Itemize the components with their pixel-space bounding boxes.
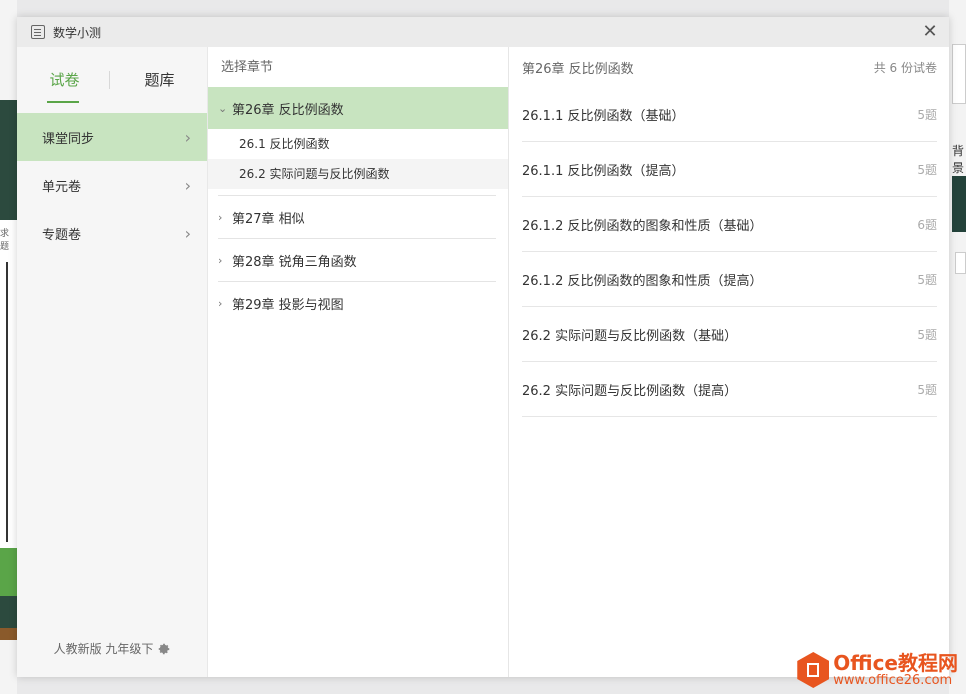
office-logo-icon [797,652,830,688]
chapter-item-29[interactable]: › 第29章 投影与视图 [208,282,508,324]
tab-question-bank[interactable]: 题库 [112,47,207,113]
background-green-bar [0,548,17,596]
list-item[interactable]: 26.2 实际问题与反比例函数（提高） 5题 [522,362,937,417]
list-item[interactable]: 26.2 实际问题与反比例函数（基础） 5题 [522,307,937,362]
paper-title: 26.1.2 反比例函数的图象和性质（提高） [522,273,763,289]
chevron-right-icon: › [184,127,191,147]
background-paper [0,220,17,550]
quiz-dialog: 数学小测 ✕ 试卷 题库 课堂同步 › 单元卷 › 专题卷 › 人教新版 九年级… [17,17,949,677]
chapter-item-28[interactable]: › 第28章 锐角三角函数 [208,239,508,281]
tab-papers[interactable]: 试卷 [17,47,112,113]
question-count: 5题 [917,162,937,177]
background-blackboard-right [952,176,966,232]
textbook-version-label: 人教新版 九年级下 [53,642,154,656]
list-item[interactable]: 26.1.2 反比例函数的图象和性质（提高） 5题 [522,252,937,307]
watermark-url: www.office26.com [833,672,953,688]
background-app-left: 求题 [0,0,17,694]
category-sidebar: 试卷 题库 课堂同步 › 单元卷 › 专题卷 › 人教新版 九年级下 [17,47,208,677]
question-count: 5题 [917,107,937,122]
question-count: 5题 [917,382,937,397]
list-item[interactable]: 26.1.2 反比例函数的图象和性质（基础） 6题 [522,197,937,252]
chapter-label: 第27章 相似 [232,211,305,227]
document-icon [31,25,45,39]
chapter-panel-header: 选择章节 [221,60,274,75]
background-input [955,252,966,274]
question-count: 6题 [917,217,937,232]
paper-title: 26.1.1 反比例函数（提高） [522,163,685,179]
chapter-label: 第26章 反比例函数 [232,102,344,118]
question-count: 5题 [917,272,937,287]
sidebar-item-label: 专题卷 [42,227,82,243]
section-item-26-2[interactable]: 26.2 实际问题与反比例函数 [208,159,508,189]
chevron-right-icon: › [184,223,191,243]
watermark-title: Office教程网 [833,650,958,675]
watermark: Office教程网 www.office26.com [797,652,958,688]
background-box [952,44,966,104]
chapter-label: 第29章 投影与视图 [232,297,344,313]
chevron-down-icon: ⌄ [218,101,228,115]
list-item[interactable]: 26.1.1 反比例函数（基础） 5题 [522,87,937,142]
chevron-right-icon: › [184,175,191,195]
sidebar-item-unit-paper[interactable]: 单元卷 › [17,161,207,209]
paper-list-header: 第26章 反比例函数 共 6 份试卷 [522,47,937,87]
textbook-version: 人教新版 九年级下 [17,640,208,657]
paper-title: 26.2 实际问题与反比例函数（基础） [522,328,738,344]
background-text: 背景 [952,144,965,175]
chapter-item-26[interactable]: ⌄ 第26章 反比例函数 [208,87,508,129]
title-bar[interactable]: 数学小测 ✕ [17,17,949,47]
sidebar-item-topic-paper[interactable]: 专题卷 › [17,209,207,257]
chevron-right-icon: › [218,296,223,310]
paper-title: 26.2 实际问题与反比例函数（提高） [522,383,738,399]
chevron-right-icon: › [218,253,223,267]
close-icon[interactable]: ✕ [921,23,939,41]
background-axis [6,262,8,542]
chapter-label: 第28章 锐角三角函数 [232,254,357,270]
paper-list-panel: 第26章 反比例函数 共 6 份试卷 26.1.1 反比例函数（基础） 5题 2… [509,47,949,677]
background-app-right: 背景 [949,0,966,694]
sidebar-item-class-sync[interactable]: 课堂同步 › [17,113,207,161]
list-item[interactable]: 26.1.1 反比例函数（提高） 5题 [522,142,937,197]
paper-list-title: 第26章 反比例函数 [522,61,634,77]
section-item-26-1[interactable]: 26.1 反比例函数 [208,129,508,159]
mode-tabs: 试卷 题库 [17,47,207,113]
chapter-panel: 选择章节 ⌄ 第26章 反比例函数 26.1 反比例函数 26.2 实际问题与反… [208,47,509,677]
paper-title: 26.1.2 反比例函数的图象和性质（基础） [522,218,763,234]
sidebar-item-label: 单元卷 [42,179,82,195]
window-title: 数学小测 [53,25,102,40]
chapter-item-27[interactable]: › 第27章 相似 [208,196,508,238]
dialog-body: 试卷 题库 课堂同步 › 单元卷 › 专题卷 › 人教新版 九年级下 选择章节 … [17,47,949,677]
background-wood-frame [0,628,17,640]
paper-title: 26.1.1 反比例函数（基础） [522,108,685,124]
sidebar-item-label: 课堂同步 [42,131,95,147]
background-tag: 求题 [0,229,10,252]
paper-count: 共 6 份试卷 [873,60,937,75]
watermark-text: Office教程网 www.office26.com [833,650,958,688]
gear-icon[interactable] [157,642,171,656]
tab-divider [109,71,110,89]
question-count: 5题 [917,327,937,342]
chevron-right-icon: › [218,210,223,224]
